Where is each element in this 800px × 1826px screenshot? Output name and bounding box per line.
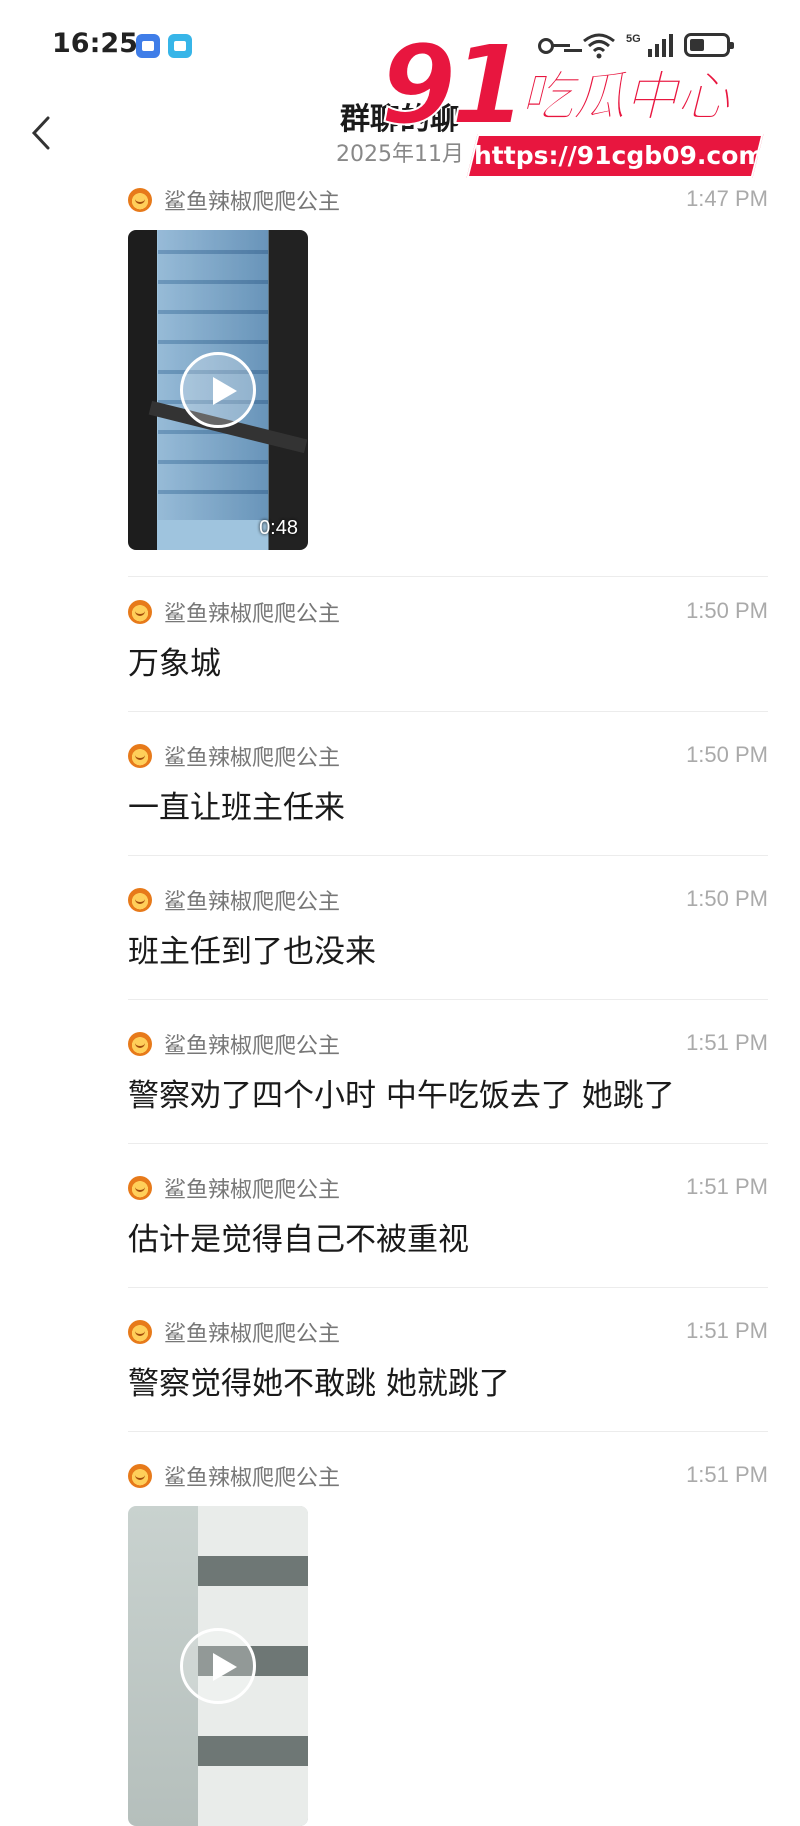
sender-avatar-icon[interactable] <box>128 1176 152 1200</box>
sender-name: 鲨鱼辣椒爬爬公主 <box>164 1034 341 1059</box>
video-duration: 0:48 <box>259 517 298 539</box>
divider <box>128 576 768 577</box>
sender-avatar-icon[interactable] <box>128 1032 152 1056</box>
reader-app-icon <box>168 34 192 58</box>
sender-name: 鲨鱼辣椒爬爬公主 <box>164 746 341 771</box>
sender-avatar-icon[interactable] <box>128 600 152 624</box>
message-item: 鲨鱼辣椒爬爬公主 1:51 PM 警察劝了四个小时 中午吃饭去了 她跳了 <box>128 1024 768 1114</box>
message-item: 鲨鱼辣椒爬爬公主 1:51 PM 警察觉得她不敢跳 她就跳了 <box>128 1312 768 1402</box>
message-item: 鲨鱼辣椒爬爬公主 1:51 PM <box>128 1456 768 1826</box>
message-time: 1:51 PM <box>686 1174 768 1199</box>
status-time: 16:25 <box>52 28 138 59</box>
message-text: 班主任到了也没来 <box>128 934 376 970</box>
message-time: 1:50 PM <box>686 742 768 767</box>
divider <box>128 711 768 712</box>
divider <box>128 1143 768 1144</box>
sender-name: 鲨鱼辣椒爬爬公主 <box>164 602 341 627</box>
message-time: 1:51 PM <box>686 1462 768 1487</box>
sender-name: 鲨鱼辣椒爬爬公主 <box>164 1178 341 1203</box>
divider <box>128 1431 768 1432</box>
sender-avatar-icon[interactable] <box>128 188 152 212</box>
watermark-url-banner: https://91cgb09.com <box>466 134 765 178</box>
watermark-logo: 91 吃瓜中心 https://91cgb09.com <box>379 21 770 190</box>
sender-avatar-icon[interactable] <box>128 888 152 912</box>
message-app-icon <box>136 34 160 58</box>
sender-avatar-icon[interactable] <box>128 1320 152 1344</box>
message-time: 1:51 PM <box>686 1030 768 1055</box>
video-message[interactable] <box>128 1506 308 1826</box>
sender-name: 鲨鱼辣椒爬爬公主 <box>164 1322 341 1347</box>
message-item: 鲨鱼辣椒爬爬公主 1:50 PM 班主任到了也没来 <box>128 880 768 970</box>
sender-avatar-icon[interactable] <box>128 1464 152 1488</box>
message-item: 鲨鱼辣椒爬爬公主 1:50 PM 万象城 <box>128 592 768 682</box>
watermark-text: 吃瓜中心 <box>520 65 731 128</box>
message-time: 1:50 PM <box>686 886 768 911</box>
message-text: 警察劝了四个小时 中午吃饭去了 她跳了 <box>128 1078 675 1114</box>
sender-name: 鲨鱼辣椒爬爬公主 <box>164 1466 341 1491</box>
message-text: 一直让班主任来 <box>128 790 345 826</box>
divider <box>128 1287 768 1288</box>
message-text: 万象城 <box>128 646 221 682</box>
message-item: 鲨鱼辣椒爬爬公主 1:47 PM 0:48 <box>128 180 768 550</box>
play-icon[interactable] <box>180 352 256 428</box>
watermark-number: 91 <box>379 21 528 149</box>
play-icon[interactable] <box>180 1628 256 1704</box>
message-time: 1:47 PM <box>686 186 768 211</box>
message-text: 警察觉得她不敢跳 她就跳了 <box>128 1366 510 1402</box>
message-item: 鲨鱼辣椒爬爬公主 1:51 PM 估计是觉得自己不被重视 <box>128 1168 768 1258</box>
sender-avatar-icon[interactable] <box>128 744 152 768</box>
sender-name: 鲨鱼辣椒爬爬公主 <box>164 190 341 215</box>
divider <box>128 999 768 1000</box>
video-message[interactable]: 0:48 <box>128 230 308 550</box>
sender-name: 鲨鱼辣椒爬爬公主 <box>164 890 341 915</box>
message-text: 估计是觉得自己不被重视 <box>128 1222 469 1258</box>
message-item: 鲨鱼辣椒爬爬公主 1:50 PM 一直让班主任来 <box>128 736 768 826</box>
watermark-url: https://91cgb09.com <box>474 141 765 170</box>
message-time: 1:51 PM <box>686 1318 768 1343</box>
message-time: 1:50 PM <box>686 598 768 623</box>
divider <box>128 855 768 856</box>
